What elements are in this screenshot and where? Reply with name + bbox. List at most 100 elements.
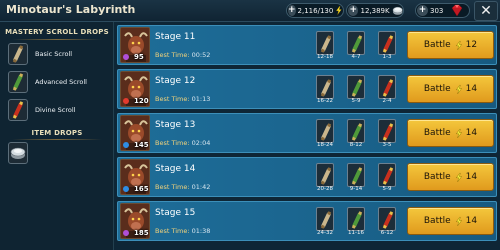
divine-scroll-reward[interactable]	[378, 163, 396, 187]
stage-row[interactable]: 95 Stage 11 Best Time: 00:52 12-18 4-7 1-3 Bat…	[117, 25, 497, 65]
stage-row[interactable]: 185 Stage 15 Best Time: 01:38 24-32 11-16 6-1…	[117, 201, 497, 241]
best-time: Best Time: 01:38	[155, 227, 210, 235]
reward-count: 8-12	[349, 142, 363, 148]
energy-cost: 14	[465, 84, 478, 94]
energy-bolt-icon	[455, 172, 462, 182]
add-energy-button[interactable]: +	[288, 5, 296, 16]
battle-button[interactable]: Battle 12	[407, 31, 494, 59]
advanced-scroll-reward[interactable]	[347, 31, 365, 55]
advanced-scroll-icon	[351, 211, 363, 229]
gems-counter[interactable]: + 303	[415, 3, 470, 18]
basic-scroll-reward[interactable]	[316, 163, 334, 187]
affinity-icon	[123, 142, 129, 148]
boss-level: 95	[134, 53, 144, 61]
basic-scroll-icon	[320, 211, 332, 229]
advanced-scroll-icon	[351, 123, 363, 141]
advanced-scroll-reward[interactable]	[347, 207, 365, 231]
divine-scroll-icon	[382, 79, 394, 97]
battle-button[interactable]: Battle 14	[407, 163, 494, 191]
divine-scroll-reward[interactable]	[378, 31, 396, 55]
add-silver-button[interactable]: +	[348, 5, 359, 16]
stage-row[interactable]: 120 Stage 12 Best Time: 01:13 16-22 5-9 2-4 Ba…	[117, 69, 497, 109]
boss-portrait: 185	[120, 203, 150, 239]
advanced-scroll-reward[interactable]	[347, 119, 365, 143]
basic-scroll-reward[interactable]	[316, 207, 334, 231]
reward-count: 18-24	[317, 142, 333, 148]
drop-item-advanced-scroll[interactable]: Advanced Scroll	[8, 71, 112, 93]
reward-count: 11-16	[348, 230, 364, 236]
advanced-scroll-reward[interactable]	[347, 163, 365, 187]
stage-row[interactable]: 165 Stage 14 Best Time: 01:42 20-28 9-14 5-9 B…	[117, 157, 497, 197]
advanced-scroll-icon	[351, 35, 363, 53]
drop-item-label: Advanced Scroll	[35, 78, 87, 86]
battle-label: Battle	[423, 172, 451, 182]
basic-scroll-reward[interactable]	[316, 31, 334, 55]
divine-scroll-reward[interactable]	[378, 119, 396, 143]
divider	[12, 139, 102, 140]
close-button[interactable]: ✕	[474, 1, 498, 21]
boss-level: 145	[134, 141, 149, 149]
stage-name: Stage 15	[155, 208, 196, 218]
basic-scroll-icon	[320, 167, 332, 185]
best-time-label: Best Time:	[155, 227, 190, 235]
stage-name: Stage 13	[155, 120, 196, 130]
best-time-label: Best Time:	[155, 183, 190, 191]
top-bar: Minotaur's Labyrinth + 2,116/130 + 12,38…	[0, 0, 500, 22]
basic-scroll-reward[interactable]	[316, 75, 334, 99]
energy-bolt-icon	[455, 84, 462, 94]
battle-label: Battle	[423, 40, 451, 50]
reward-count: 5-9	[351, 98, 361, 104]
divider	[12, 39, 102, 40]
boss-portrait: 165	[120, 159, 150, 195]
drop-item-basic-scroll[interactable]: Basic Scroll	[8, 43, 112, 65]
energy-cost: 12	[465, 40, 478, 50]
gem-icon	[452, 4, 463, 17]
divine-scroll-reward[interactable]	[378, 207, 396, 231]
reward-count: 12-18	[317, 54, 333, 60]
advanced-scroll-icon	[351, 79, 363, 97]
basic-scroll-reward[interactable]	[316, 119, 334, 143]
battle-button[interactable]: Battle 14	[407, 75, 494, 103]
reward-count: 3-5	[382, 142, 392, 148]
silver-counter[interactable]: + 12,389K	[346, 3, 404, 18]
divine-scroll-reward[interactable]	[378, 75, 396, 99]
silver-coin-icon	[8, 142, 28, 164]
drop-item-divine-scroll[interactable]: Divine Scroll	[8, 99, 112, 121]
best-time-value: 02:04	[191, 139, 211, 147]
divine-scroll-icon	[8, 99, 28, 121]
best-time-value: 01:42	[191, 183, 211, 191]
reward-count: 16-22	[317, 98, 333, 104]
battle-button[interactable]: Battle 14	[407, 119, 494, 147]
reward-count: 4-7	[351, 54, 361, 60]
energy-bolt-icon	[455, 128, 462, 138]
battle-label: Battle	[423, 216, 451, 226]
basic-scroll-icon	[320, 79, 332, 97]
energy-cost: 14	[465, 128, 478, 138]
stage-row[interactable]: 145 Stage 13 Best Time: 02:04 18-24 8-12 3-5 B…	[117, 113, 497, 153]
boss-level: 120	[134, 97, 149, 105]
reward-count: 9-14	[349, 186, 363, 192]
best-time-label: Best Time:	[155, 139, 190, 147]
drop-item-silver[interactable]	[8, 142, 112, 164]
energy-counter[interactable]: + 2,116/130	[286, 3, 344, 18]
advanced-scroll-icon	[8, 71, 28, 93]
add-gems-button[interactable]: +	[417, 5, 428, 16]
basic-scroll-icon	[320, 123, 332, 141]
battle-button[interactable]: Battle 14	[407, 207, 494, 235]
divine-scroll-icon	[382, 35, 394, 53]
boss-portrait: 120	[120, 71, 150, 107]
energy-bolt-icon	[336, 6, 343, 15]
mastery-scroll-drops-title: MASTERY SCROLL DROPS	[5, 28, 109, 36]
reward-count: 20-28	[317, 186, 333, 192]
affinity-icon	[123, 186, 129, 192]
reward-count: 2-4	[382, 98, 392, 104]
divine-scroll-icon	[382, 123, 394, 141]
advanced-scroll-reward[interactable]	[347, 75, 365, 99]
drop-item-label: Divine Scroll	[35, 106, 76, 114]
reward-count: 5-9	[382, 186, 392, 192]
basic-scroll-icon	[320, 35, 332, 53]
gems-value: 303	[430, 6, 444, 15]
best-time: Best Time: 01:13	[155, 95, 210, 103]
silver-coin-icon	[392, 6, 403, 15]
reward-count: 1-3	[382, 54, 392, 60]
